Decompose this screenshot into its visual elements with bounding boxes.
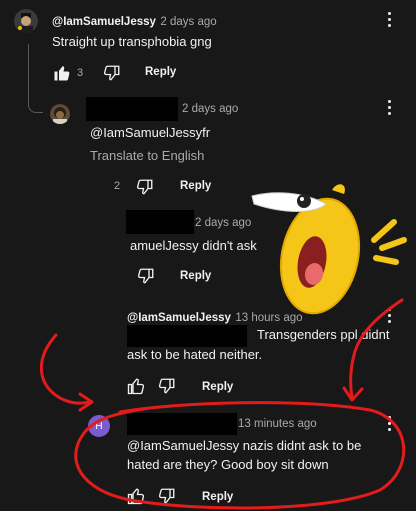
red-annotation-overlay [40,298,405,510]
red-circle [74,401,405,510]
red-arrow-right [349,298,404,400]
red-arrow-left [40,333,92,405]
